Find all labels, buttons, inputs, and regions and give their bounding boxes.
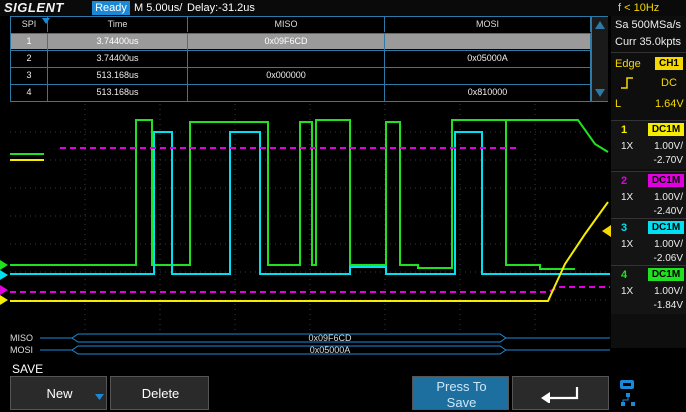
delete-button[interactable]: Delete <box>110 376 209 410</box>
channel-offset: -2.40V <box>653 206 683 217</box>
trigger-level-label: L <box>615 98 622 110</box>
channel-scale: 1.00V/ <box>654 192 683 203</box>
new-button[interactable]: New <box>10 376 107 410</box>
channel-scale: 1.00V/ <box>654 141 683 152</box>
row-mosi <box>385 34 591 50</box>
return-button[interactable] <box>512 376 609 410</box>
press-to-save-line1: Press To <box>436 379 487 394</box>
rising-edge-icon <box>621 77 633 89</box>
channel-offset: -2.70V <box>653 155 683 166</box>
top-status-bar: SIGLENT Ready M 5.00us/ Delay:-31.2us f … <box>0 0 686 16</box>
ch3-trace <box>10 131 610 275</box>
bus-row-mosi: MOSI 0x05000A <box>0 345 611 356</box>
row-mosi: 0x05000A <box>385 51 591 67</box>
channel-coupling: DC1M <box>648 268 684 281</box>
trigger-coupling: DC <box>661 77 677 89</box>
usb-network-status-icon <box>620 380 635 406</box>
table-row[interactable]: 1 3.74400us 0x09F6CD <box>11 33 591 50</box>
channel-3-panel[interactable]: 3 DC1M 1X 1.00V/ -2.06V <box>611 218 686 267</box>
menu-title: SAVE <box>12 362 44 376</box>
row-time: 3.74400us <box>48 34 188 50</box>
col-header-time: Time <box>48 17 188 32</box>
row-index: 2 <box>11 51 48 67</box>
channel-2-panel[interactable]: 2 DC1M 1X 1.00V/ -2.40V <box>611 171 686 220</box>
bus-row-miso: MISO 0x09F6CD <box>0 333 611 344</box>
timebase-readout[interactable]: M 5.00us/ <box>134 0 182 16</box>
channel-coupling: DC1M <box>648 174 684 187</box>
channel-number: 4 <box>621 269 628 281</box>
bus-mosi-value: 0x05000A <box>309 345 351 355</box>
trigger-panel[interactable]: Edge CH1 DC L 1.64V <box>611 52 686 115</box>
channel-coupling: DC1M <box>648 221 684 234</box>
channel-probe: 1X <box>621 192 634 203</box>
sample-rate: Sa 500MSa/s <box>615 19 682 31</box>
ch4-trace <box>10 119 609 270</box>
waveform-display[interactable] <box>0 104 611 330</box>
brand-logo: SIGLENT <box>4 0 64 15</box>
channel-probe: 1X <box>621 286 634 297</box>
row-index: 3 <box>11 68 48 84</box>
table-scrollbar[interactable] <box>591 17 608 101</box>
scroll-up-icon[interactable] <box>595 21 605 29</box>
chevron-down-icon <box>95 394 104 400</box>
scroll-down-icon[interactable] <box>595 89 605 97</box>
bus-miso-value: 0x09F6CD <box>308 333 352 343</box>
frequency-counter: f < 10Hz <box>618 2 660 14</box>
row-miso <box>188 85 385 101</box>
channel-4-panel[interactable]: 4 DC1M 1X 1.00V/ -1.84V <box>611 265 686 314</box>
memory-depth: Curr 35.0kpts <box>615 36 682 48</box>
channel-scale: 1.00V/ <box>654 239 683 250</box>
channel-number: 2 <box>621 175 628 187</box>
row-index: 1 <box>11 34 48 50</box>
channel-scale: 1.00V/ <box>654 286 683 297</box>
row-time: 513.168us <box>48 85 188 101</box>
press-to-save-line2: Save <box>446 395 477 410</box>
trigger-type: Edge <box>615 58 641 70</box>
row-miso <box>188 51 385 67</box>
channel-offset: -1.84V <box>653 300 683 311</box>
return-arrow-icon <box>541 387 579 403</box>
row-index: 4 <box>11 85 48 101</box>
row-mosi <box>385 68 591 84</box>
table-row[interactable]: 3 513.168us 0x000000 <box>11 67 591 84</box>
col-header-mosi: MOSI <box>385 17 591 32</box>
table-row[interactable]: 2 3.74400us 0x05000A <box>11 50 591 67</box>
trigger-source: CH1 <box>655 57 683 70</box>
bus-mosi-label: MOSI <box>10 345 34 355</box>
col-header-miso: MISO <box>188 17 385 32</box>
row-mosi: 0x810000 <box>385 85 591 101</box>
row-time: 513.168us <box>48 68 188 84</box>
trigger-level: 1.64V <box>655 98 684 110</box>
table-row[interactable]: 4 513.168us 0x810000 <box>11 84 591 101</box>
channel-offset: -2.06V <box>653 253 683 264</box>
channel-number: 1 <box>621 124 628 136</box>
row-miso: 0x09F6CD <box>188 34 385 50</box>
bus-miso-label: MISO <box>10 333 34 343</box>
ch1-trace <box>10 159 609 302</box>
press-to-save-button[interactable]: Press To Save <box>412 376 509 410</box>
delay-readout[interactable]: Delay:-31.2us <box>187 0 255 16</box>
row-time: 3.74400us <box>48 51 188 67</box>
channel-probe: 1X <box>621 239 634 250</box>
delete-button-label: Delete <box>141 386 180 401</box>
sort-indicator-icon <box>42 18 50 24</box>
right-info-panel: Sa 500MSa/s Curr 35.0kpts Edge CH1 DC L … <box>611 16 686 348</box>
channel-probe: 1X <box>621 141 634 152</box>
trigger-level-marker-icon[interactable] <box>602 225 611 237</box>
channel-number: 3 <box>621 222 628 234</box>
channel-markers[interactable] <box>0 260 8 305</box>
acquisition-status: Ready <box>92 1 130 15</box>
new-button-label: New <box>46 386 73 401</box>
channel-1-panel[interactable]: 1 DC1M 1X 1.00V/ -2.70V <box>611 120 686 169</box>
channel-coupling: DC1M <box>648 123 684 136</box>
row-miso: 0x000000 <box>188 68 385 84</box>
decode-table[interactable]: SPI Time MISO MOSI 1 3.74400us 0x09F6CD … <box>10 16 608 102</box>
